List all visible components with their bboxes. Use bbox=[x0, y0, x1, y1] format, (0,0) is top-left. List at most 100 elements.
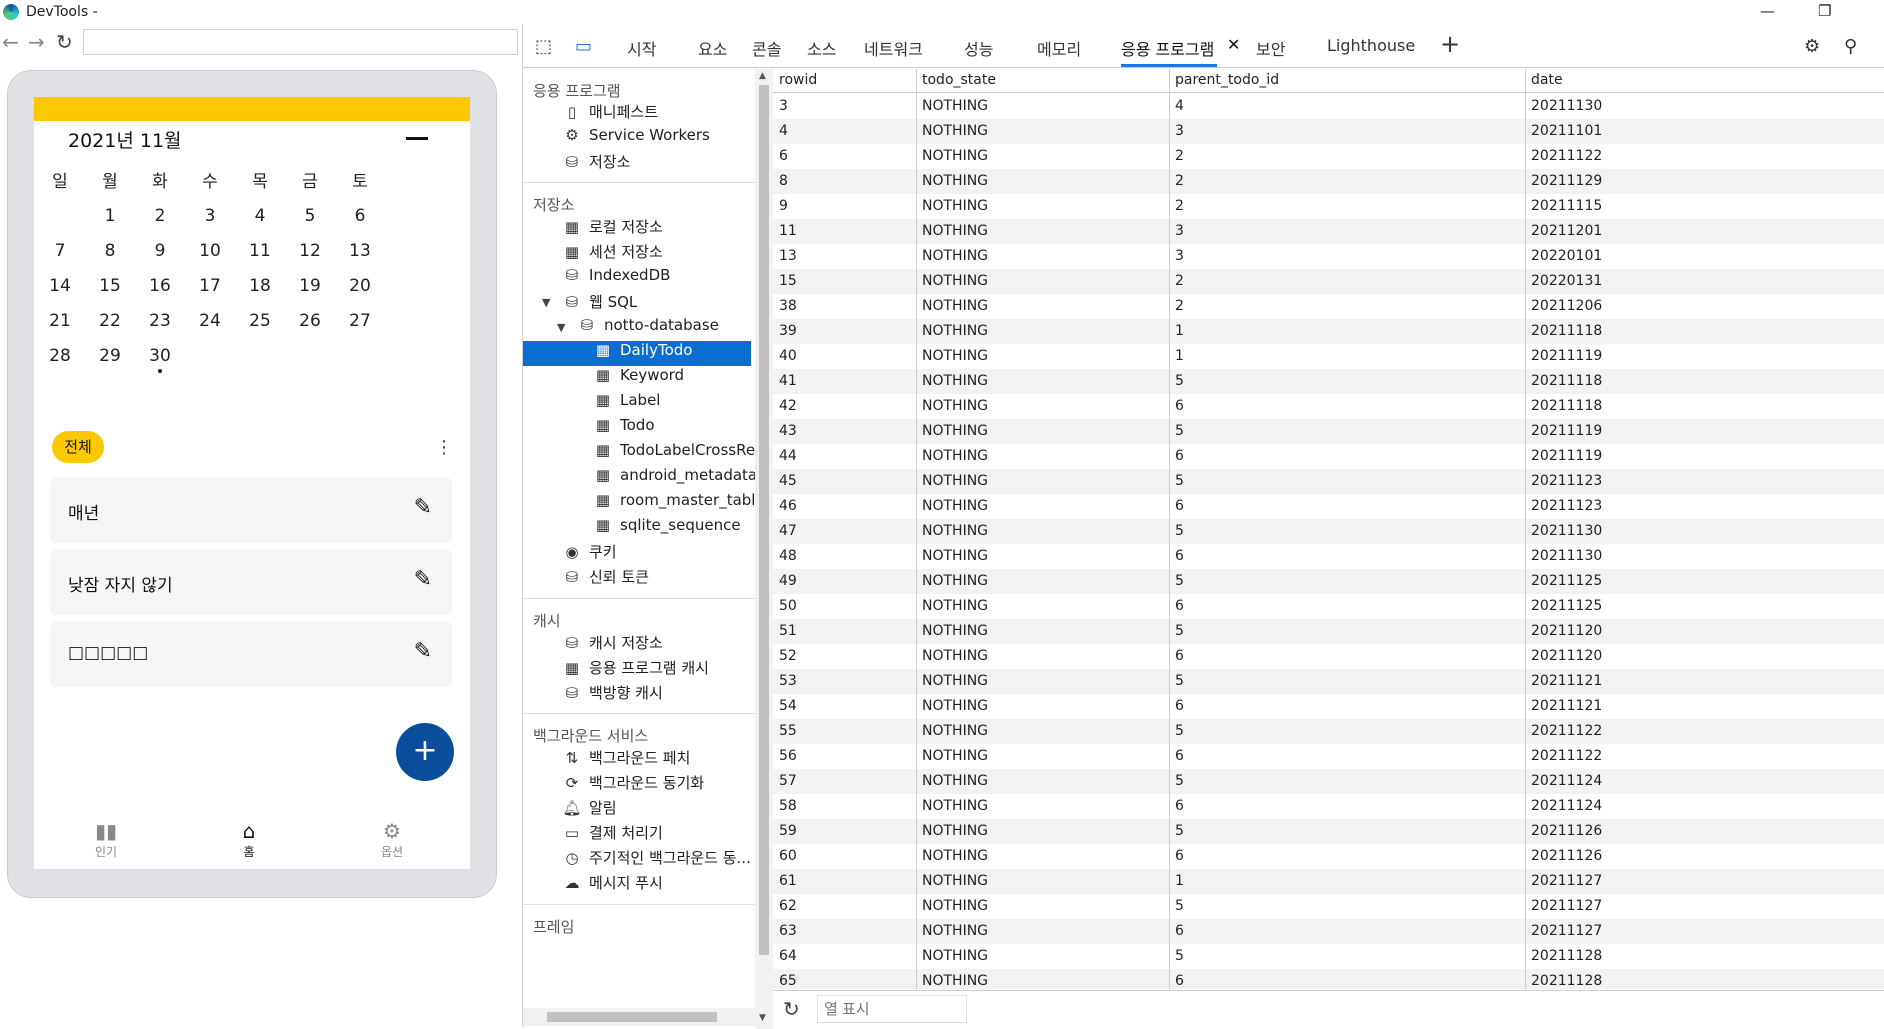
calendar-day[interactable]: 15 bbox=[90, 276, 130, 296]
sidebar-item-todolabelcrossref[interactable]: ▦ TodoLabelCrossRef bbox=[592, 441, 755, 466]
minimize-icon[interactable]: — bbox=[1760, 2, 1775, 20]
tab-lighthouse[interactable]: Lighthouse bbox=[1327, 36, 1415, 55]
calendar-day[interactable]: 9 bbox=[140, 241, 180, 261]
nav-popular[interactable]: ▮▮ 인기 bbox=[61, 819, 151, 860]
calendar-day[interactable]: 3 bbox=[190, 206, 230, 226]
sidebar-item-background-sync[interactable]: ⟳ 백그라운드 동기화 bbox=[561, 772, 704, 797]
table-row[interactable]: 15 NOTHING 2 20220131 bbox=[773, 269, 1884, 294]
close-tab-icon[interactable]: ✕ bbox=[1227, 35, 1240, 54]
calendar-day[interactable]: 2 bbox=[140, 206, 180, 226]
calendar-day[interactable]: 26 bbox=[290, 311, 330, 331]
more-options-icon[interactable]: ⋮ bbox=[435, 437, 453, 458]
calendar-day[interactable]: 13 bbox=[340, 241, 380, 261]
table-row[interactable]: 61 NOTHING 1 20211127 bbox=[773, 869, 1884, 894]
table-row[interactable]: 6 NOTHING 2 20211122 bbox=[773, 144, 1884, 169]
calendar-day[interactable]: 17 bbox=[190, 276, 230, 296]
sidebar-item-cookies[interactable]: ◉ 쿠키 bbox=[561, 541, 616, 566]
calendar-day[interactable]: 7 bbox=[40, 241, 80, 261]
calendar-day[interactable]: 29 bbox=[90, 346, 130, 366]
device-emulation-icon[interactable]: ▭ bbox=[575, 36, 592, 57]
sidebar-item-trust-tokens[interactable]: ⛁ 신뢰 토큰 bbox=[561, 566, 649, 591]
calendar-day[interactable]: 6 bbox=[340, 206, 380, 226]
todo-card[interactable]: □□□□□ ✎ bbox=[50, 621, 452, 687]
calendar-day[interactable]: 27 bbox=[340, 311, 380, 331]
table-row[interactable]: 11 NOTHING 3 20211201 bbox=[773, 219, 1884, 244]
tab-welcome[interactable]: 시작 bbox=[627, 36, 656, 60]
scrollbar-thumb[interactable] bbox=[759, 85, 769, 955]
calendar-day[interactable]: 18 bbox=[240, 276, 280, 296]
settings-gear-icon[interactable]: ⚙ bbox=[1804, 36, 1820, 57]
refresh-icon[interactable]: ↻ bbox=[783, 997, 800, 1021]
back-icon[interactable]: ← bbox=[2, 30, 19, 54]
reload-icon[interactable]: ↻ bbox=[56, 30, 73, 54]
sidebar-item-label-table[interactable]: ▦ Label bbox=[592, 391, 661, 416]
column-header-date[interactable]: date bbox=[1531, 72, 1563, 88]
calendar-day[interactable]: 11 bbox=[240, 241, 280, 261]
table-row[interactable]: 44 NOTHING 6 20211119 bbox=[773, 444, 1884, 469]
tab-console[interactable]: 콘솔 bbox=[752, 36, 781, 60]
calendar-day[interactable]: 30 bbox=[140, 346, 180, 366]
table-row[interactable]: 60 NOTHING 6 20211126 bbox=[773, 844, 1884, 869]
calendar-day[interactable]: 23 bbox=[140, 311, 180, 331]
restore-icon[interactable]: ❐ bbox=[1818, 2, 1831, 20]
feedback-icon[interactable]: ⚲ bbox=[1844, 36, 1857, 57]
sidebar-item-periodic-background-sync[interactable]: ◷ 주기적인 백그라운드 동... bbox=[561, 847, 751, 872]
nav-home[interactable]: ⌂ 홈 bbox=[204, 819, 294, 860]
table-row[interactable]: 56 NOTHING 6 20211122 bbox=[773, 744, 1884, 769]
calendar-day[interactable]: 25 bbox=[240, 311, 280, 331]
sidebar-item-payment-handler[interactable]: ▭ 결제 처리기 bbox=[561, 822, 663, 847]
sidebar-item-sqlite-sequence[interactable]: ▦ sqlite_sequence bbox=[592, 516, 741, 541]
table-row[interactable]: 58 NOTHING 6 20211124 bbox=[773, 794, 1884, 819]
table-row[interactable]: 51 NOTHING 5 20211120 bbox=[773, 619, 1884, 644]
sidebar-item-indexeddb[interactable]: ⛁ IndexedDB bbox=[561, 266, 671, 291]
forward-icon[interactable]: → bbox=[28, 30, 45, 54]
table-row[interactable]: 57 NOTHING 5 20211124 bbox=[773, 769, 1884, 794]
address-bar[interactable] bbox=[83, 29, 518, 55]
table-row[interactable]: 42 NOTHING 6 20211118 bbox=[773, 394, 1884, 419]
sidebar-item-local-storage[interactable]: ▦ 로컬 저장소 bbox=[561, 216, 663, 241]
calendar-day[interactable]: 8 bbox=[90, 241, 130, 261]
sidebar-item-session-storage[interactable]: ▦ 세션 저장소 bbox=[561, 241, 663, 266]
sidebar-item-android-metadata[interactable]: ▦ android_metadata bbox=[592, 466, 755, 491]
table-row[interactable]: 65 NOTHING 6 20211128 bbox=[773, 969, 1884, 989]
table-row[interactable]: 38 NOTHING 2 20211206 bbox=[773, 294, 1884, 319]
table-row[interactable]: 48 NOTHING 6 20211130 bbox=[773, 544, 1884, 569]
sidebar-horizontal-scrollbar[interactable] bbox=[523, 1008, 755, 1026]
scroll-down-arrow-icon[interactable]: ▼ bbox=[759, 1013, 766, 1023]
visible-columns-filter[interactable] bbox=[817, 995, 967, 1023]
table-row[interactable]: 62 NOTHING 5 20211127 bbox=[773, 894, 1884, 919]
tab-security[interactable]: 보안 bbox=[1256, 36, 1285, 60]
sidebar-item-application-cache[interactable]: ▦ 응용 프로그램 캐시 bbox=[561, 657, 709, 682]
table-row[interactable]: 3 NOTHING 4 20211130 bbox=[773, 94, 1884, 119]
sidebar-item-notifications[interactable]: 🔔︎ 알림 bbox=[561, 797, 616, 822]
calendar-day[interactable]: 21 bbox=[40, 311, 80, 331]
filter-chip-all[interactable]: 전체 bbox=[52, 431, 104, 463]
collapse-calendar-button[interactable] bbox=[406, 137, 428, 140]
table-row[interactable]: 46 NOTHING 6 20211123 bbox=[773, 494, 1884, 519]
calendar-day[interactable]: 16 bbox=[140, 276, 180, 296]
table-row[interactable]: 64 NOTHING 5 20211128 bbox=[773, 944, 1884, 969]
expand-triangle-icon[interactable]: ▼ bbox=[557, 321, 565, 334]
tab-network[interactable]: 네트워크 bbox=[864, 36, 923, 60]
todo-card[interactable]: 매년 ✎ bbox=[50, 477, 452, 543]
calendar-day[interactable]: 20 bbox=[340, 276, 380, 296]
sidebar-item-push-messaging[interactable]: ☁ 메시지 푸시 bbox=[561, 872, 663, 897]
calendar-day[interactable]: 1 bbox=[90, 206, 130, 226]
calendar-day[interactable]: 22 bbox=[90, 311, 130, 331]
sidebar-item-service-workers[interactable]: ⚙ Service Workers bbox=[561, 126, 710, 151]
table-row[interactable]: 63 NOTHING 6 20211127 bbox=[773, 919, 1884, 944]
table-row[interactable]: 50 NOTHING 6 20211125 bbox=[773, 594, 1884, 619]
tab-memory[interactable]: 메모리 bbox=[1037, 36, 1081, 60]
scroll-up-arrow-icon[interactable]: ▲ bbox=[759, 71, 766, 81]
table-row[interactable]: 13 NOTHING 3 20220101 bbox=[773, 244, 1884, 269]
table-row[interactable]: 8 NOTHING 2 20211129 bbox=[773, 169, 1884, 194]
table-row[interactable]: 39 NOTHING 1 20211118 bbox=[773, 319, 1884, 344]
tab-application[interactable]: 응용 프로그램 bbox=[1121, 36, 1214, 60]
sidebar-item-storage[interactable]: ⛁ 저장소 bbox=[561, 151, 631, 176]
scrollbar-thumb[interactable] bbox=[547, 1012, 717, 1022]
table-row[interactable]: 4 NOTHING 3 20211101 bbox=[773, 119, 1884, 144]
add-tab-icon[interactable]: + bbox=[1440, 30, 1460, 58]
calendar-day[interactable]: 4 bbox=[240, 206, 280, 226]
sidebar-item-background-fetch[interactable]: ⇅ 백그라운드 페치 bbox=[561, 747, 691, 772]
add-todo-button[interactable]: + bbox=[396, 723, 454, 781]
